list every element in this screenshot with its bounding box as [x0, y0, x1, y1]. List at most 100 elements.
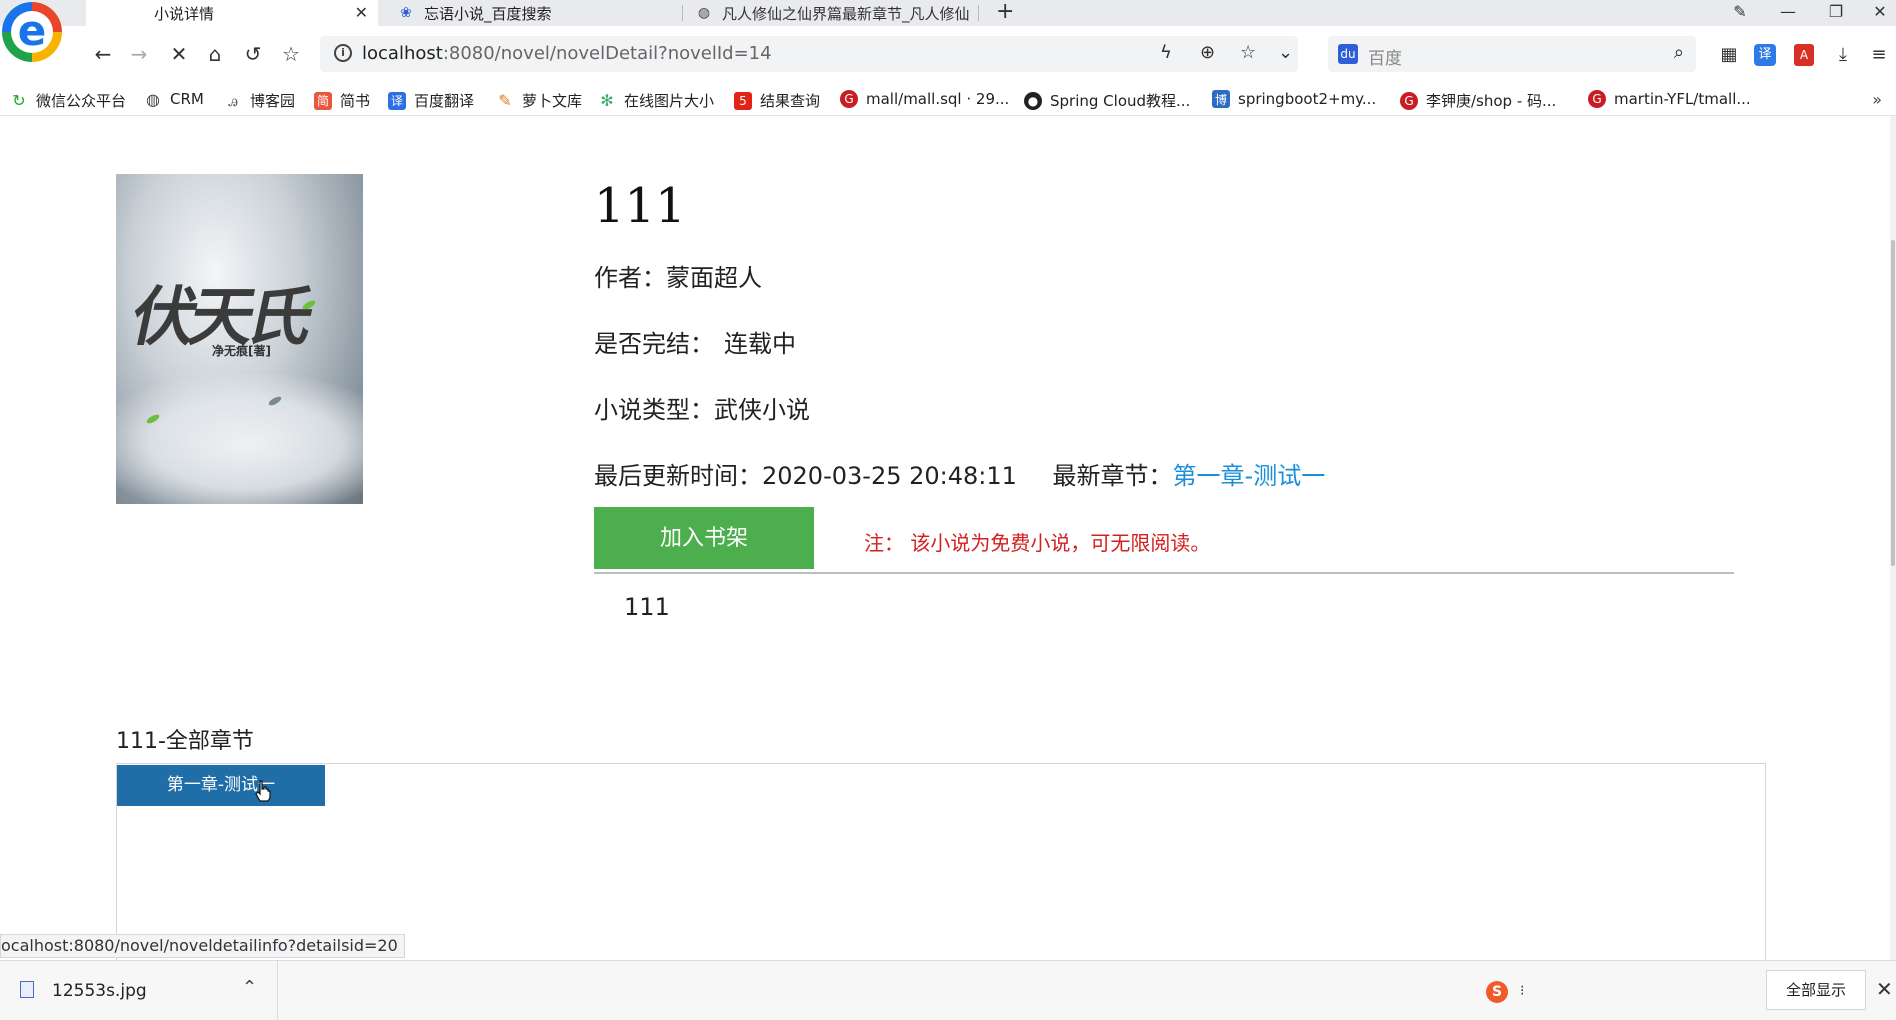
bookmark-item[interactable]: 译百度翻译 [388, 90, 474, 111]
bookmark-label: martin-YFL/tmall... [1614, 90, 1751, 108]
updated-label: 最后更新时间： [594, 462, 762, 490]
back-icon[interactable]: ← [88, 39, 118, 69]
search-icon[interactable]: ⌕ [1674, 42, 1684, 63]
status-value: 连载中 [724, 330, 796, 358]
latest-chapter-link[interactable]: 第一章-测试一 [1173, 462, 1326, 490]
undo-icon[interactable]: ↺ [238, 39, 268, 69]
github-icon: ● [1024, 91, 1042, 110]
novel-cover-image: 伏天氏 净无痕[著] [116, 174, 363, 504]
bookmark-label: 百度翻译 [414, 92, 475, 110]
result-icon: 5 [734, 91, 752, 110]
cnblogs-icon: ꭿ [228, 90, 238, 110]
gear-icon: ✻ [600, 91, 614, 110]
bookmark-item[interactable]: ꭿ 博客园 [224, 90, 295, 111]
more-options-icon[interactable]: ⁝ [1520, 983, 1524, 999]
forward-icon[interactable]: → [124, 39, 154, 69]
bookmark-item[interactable]: ● Spring Cloud教程... [1024, 90, 1190, 111]
show-all-downloads-button[interactable]: 全部显示 [1766, 970, 1866, 1010]
translate-icon[interactable]: 译 [1754, 44, 1776, 66]
tab-title: 忘语小说_百度搜索 [424, 4, 552, 23]
sogou-input-icon[interactable]: S [1486, 981, 1508, 1003]
bookmark-item[interactable]: ↻ 微信公众平台 [10, 90, 126, 111]
new-tab-icon[interactable]: + [996, 0, 1014, 24]
download-file-name: 12553s.jpg [52, 981, 147, 1001]
minimize-icon[interactable]: — [1768, 0, 1808, 26]
type-label: 小说类型： [594, 396, 714, 424]
novel-intro: 111 [624, 593, 670, 621]
chevron-right-double-icon[interactable]: » [1872, 90, 1882, 109]
home-icon[interactable]: ⌂ [200, 39, 230, 69]
bookmark-label: springboot2+my... [1238, 90, 1377, 108]
navigation-bar: ← → ✕ ⌂ ↺ ☆ i localhost:8080/novel/novel… [0, 26, 1896, 84]
updated-value: 2020-03-25 20:48:11 [762, 462, 1017, 490]
tab-separator [682, 5, 683, 21]
bookmark-item[interactable]: G 李钾庚/shop - 码... [1400, 90, 1556, 111]
type-value: 武侠小说 [714, 396, 810, 424]
chevron-up-icon[interactable]: ⌃ [242, 977, 257, 998]
jianshu-icon: 简 [314, 91, 332, 110]
tab-title: 凡人修仙之仙界篇最新章节_凡人修仙 [722, 4, 970, 23]
baidu-translate-icon: 译 [388, 91, 406, 110]
zoom-icon[interactable]: ⊕ [1200, 42, 1215, 63]
tab-baidu-search[interactable]: ❀ 忘语小说_百度搜索 [386, 0, 680, 26]
address-url[interactable]: localhost:8080/novel/novelDetail?novelId… [362, 43, 772, 64]
hand-cursor-icon [255, 780, 271, 802]
search-input[interactable]: 百度 [1368, 44, 1402, 69]
gitee-icon: G [840, 90, 858, 108]
search-box[interactable]: du 百度 ⌕ [1328, 36, 1696, 72]
free-novel-note: 注： 该小说为免费小说，可无限阅读。 [864, 531, 1211, 555]
bookmark-label: 微信公众平台 [36, 92, 127, 110]
tab-novel-detail[interactable]: 小说详情 ✕ [86, 0, 378, 26]
bookmarks-bar: ↻ 微信公众平台 ◍ CRM ꭿ 博客园 简简书 译百度翻译 ✎ 萝卜文库 ✻ 在线图片大… [0, 84, 1896, 116]
menu-icon[interactable]: ≡ [1866, 42, 1892, 68]
stop-icon[interactable]: ✕ [164, 39, 194, 69]
notes-icon[interactable]: ✎ [1720, 0, 1760, 26]
scrollbar-thumb[interactable] [1891, 240, 1895, 566]
pdf-icon[interactable]: A [1794, 44, 1814, 66]
wechat-icon: ↻ [12, 91, 26, 110]
bookmark-item[interactable]: 5 结果查询 [734, 90, 820, 111]
author-value: 蒙面超人 [666, 264, 762, 292]
favorite-star-icon[interactable]: ☆ [276, 39, 306, 69]
bookmark-item[interactable]: ✻ 在线图片大小 [598, 90, 714, 111]
address-bar[interactable]: i localhost:8080/novel/novelDetail?novel… [320, 36, 1298, 72]
add-to-bookshelf-button[interactable]: 加入书架 [594, 507, 814, 569]
author-label: 作者： [594, 264, 666, 292]
close-icon[interactable]: ✕ [355, 3, 368, 22]
close-icon[interactable]: ✕ [1876, 977, 1893, 1001]
url-path: :8080/novel/novelDetail?novelId=14 [442, 43, 772, 64]
divider [594, 572, 1734, 574]
bookmark-item[interactable]: 简简书 [314, 90, 370, 111]
latest-chapter-label: 最新章节： [1052, 462, 1173, 490]
bookmark-item[interactable]: ◍ CRM [144, 89, 204, 109]
bookmark-item[interactable]: ✎ 萝卜文库 [496, 90, 582, 111]
bookmark-item[interactable]: Gmall/mall.sql · 29... [840, 90, 1009, 108]
download-icon[interactable]: ⤓ [1830, 42, 1856, 68]
bookmark-label: Spring Cloud教程... [1050, 92, 1191, 110]
file-icon [20, 981, 34, 998]
bookmark-label: 萝卜文库 [522, 92, 583, 110]
info-icon[interactable]: i [334, 44, 352, 62]
chapter-item[interactable]: 第一章-测试一 [117, 765, 325, 806]
tab-fanren[interactable]: ◍ 凡人修仙之仙界篇最新章节_凡人修仙 [684, 0, 976, 26]
globe-icon: ◍ [146, 89, 160, 109]
bookmark-star-icon[interactable]: ☆ [1240, 42, 1256, 63]
status-bar-url: ocalhost:8080/novel/noveldetailinfo?deta… [0, 934, 405, 958]
apps-grid-icon[interactable]: ▦ [1716, 42, 1742, 68]
chevron-down-icon[interactable]: ⌄ [1278, 42, 1293, 63]
url-host: localhost [362, 43, 443, 64]
download-item[interactable]: 12553s.jpg ⌃ [0, 961, 278, 1020]
bookmark-label: 简书 [340, 92, 371, 110]
bookmark-item[interactable]: 博 springboot2+my... [1212, 90, 1376, 108]
gitee-icon: G [1400, 91, 1418, 110]
cover-author: 净无痕[著] [212, 344, 271, 358]
type-row: 小说类型：武侠小说 [594, 390, 810, 425]
tab-strip: 小说详情 ✕ ❀ 忘语小说_百度搜索 ◍ 凡人修仙之仙界篇最新章节_凡人修仙 +… [0, 0, 1896, 26]
lightning-icon[interactable]: ϟ [1160, 42, 1172, 63]
bookmark-item[interactable]: Gmartin-YFL/tmall... [1588, 90, 1751, 108]
window-close-icon[interactable]: ✕ [1860, 0, 1896, 26]
restore-icon[interactable]: ❐ [1816, 0, 1856, 26]
bookmark-label: 李钾庚/shop - 码... [1426, 92, 1557, 110]
globe-icon: ◍ [697, 5, 711, 21]
bookmark-label: 博客园 [250, 92, 296, 110]
